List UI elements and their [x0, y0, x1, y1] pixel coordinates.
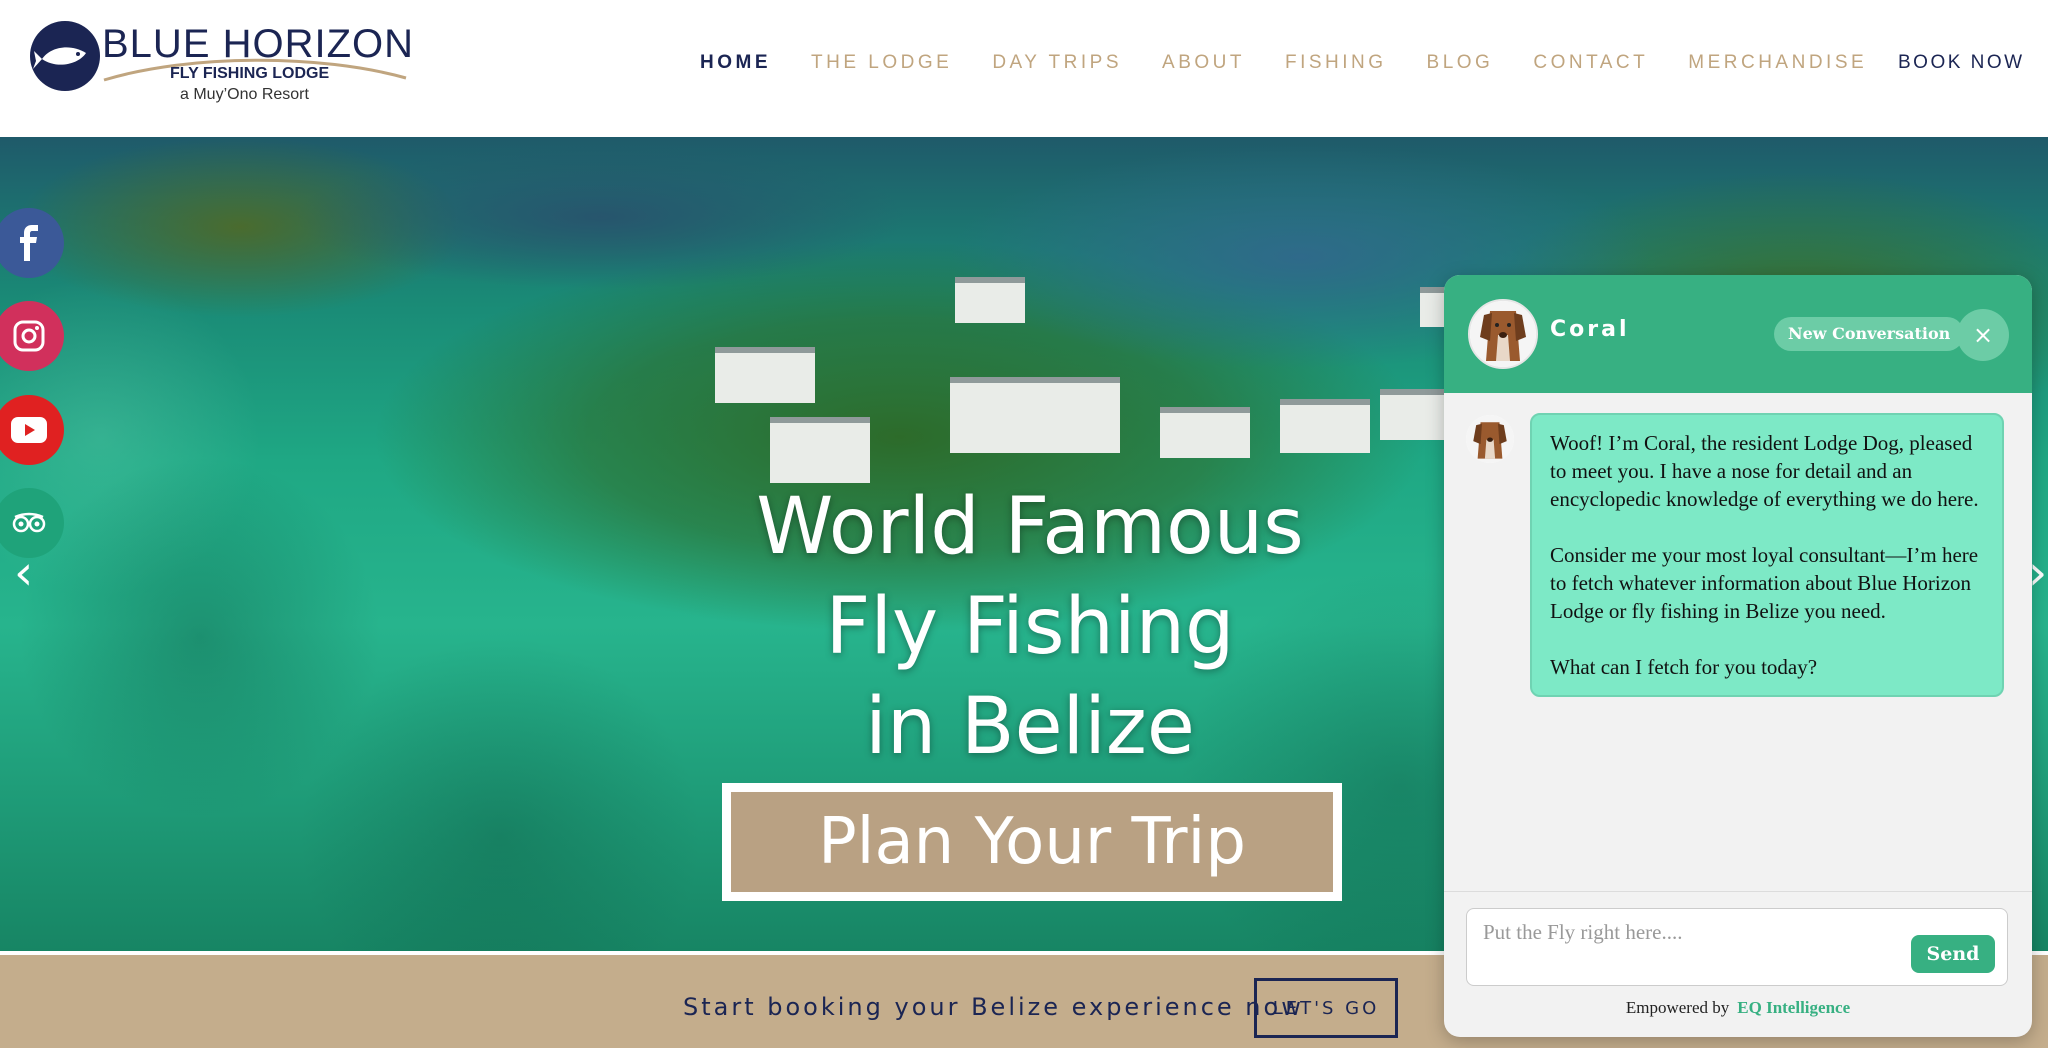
nav-contact[interactable]: CONTACT	[1533, 52, 1648, 74]
nav-blog[interactable]: BLOG	[1427, 52, 1494, 74]
chat-input-box: Send	[1466, 908, 2008, 986]
nav-fishing[interactable]: FISHING	[1285, 52, 1387, 74]
chat-agent-name: Coral	[1550, 317, 1630, 342]
chat-divider	[1444, 891, 2032, 892]
plan-your-trip-label: Plan Your Trip	[818, 805, 1246, 879]
logo-tagline: a Muy’Ono Resort	[180, 86, 309, 103]
fish-logo-icon	[30, 21, 100, 91]
lets-go-button[interactable]: LET'S GO	[1254, 978, 1398, 1038]
logo-subtitle: FLY FISHING LODGE	[170, 65, 330, 82]
message-avatar	[1466, 415, 1514, 463]
powered-by-prefix: Empowered by	[1625, 998, 1730, 1017]
site-header: BLUE HORIZON FLY FISHING LODGE a Muy’Ono…	[0, 0, 2048, 137]
nav-day-trips[interactable]: DAY TRIPS	[992, 52, 1122, 74]
nav-home[interactable]: HOME	[700, 52, 771, 74]
nav-merchandise[interactable]: MERCHANDISE	[1688, 52, 1867, 74]
chat-message-paragraph-3: What can I fetch for you today?	[1550, 655, 1818, 679]
hero-title-line-2: Fly Fishing	[825, 582, 1235, 672]
send-button[interactable]: Send	[1911, 935, 1995, 973]
hero-title-line-1: World Famous	[756, 482, 1304, 572]
chat-close-icon[interactable]: ×	[1957, 309, 2009, 361]
book-now-link[interactable]: BOOK NOW	[1898, 52, 2025, 74]
chat-message-paragraph-2: Consider me your most loyal consultant—I…	[1550, 543, 1979, 623]
powered-by: Empowered by EQ Intelligence	[1444, 998, 2032, 1018]
main-nav: HOME THE LODGE DAY TRIPS ABOUT FISHING B…	[700, 52, 1907, 74]
plan-your-trip-button[interactable]: Plan Your Trip	[722, 783, 1342, 901]
chat-message-paragraph-1: Woof! I’m Coral, the resident Lodge Dog,…	[1550, 431, 1979, 511]
eq-intelligence-link[interactable]: EQ Intelligence	[1737, 998, 1850, 1017]
coral-dog-avatar	[1468, 299, 1538, 369]
nav-the-lodge[interactable]: THE LODGE	[811, 52, 952, 74]
hero-title: World Famous Fly Fishing in Belize	[620, 477, 1440, 777]
nav-about[interactable]: ABOUT	[1162, 52, 1245, 74]
chat-header: Coral New Conversation ×	[1444, 275, 2032, 393]
booking-prompt-text: Start booking your Belize experience now	[683, 993, 1304, 1021]
new-conversation-button[interactable]: New Conversation	[1774, 317, 1965, 351]
chat-widget: Coral New Conversation × Woof! I’m Coral…	[1444, 275, 2032, 1037]
site-logo[interactable]: BLUE HORIZON FLY FISHING LODGE a Muy’Ono…	[30, 18, 413, 118]
hero-title-line-3: in Belize	[865, 682, 1195, 772]
chat-message-input[interactable]	[1481, 919, 1885, 946]
chat-message-bubble: Woof! I’m Coral, the resident Lodge Dog,…	[1530, 413, 2004, 697]
